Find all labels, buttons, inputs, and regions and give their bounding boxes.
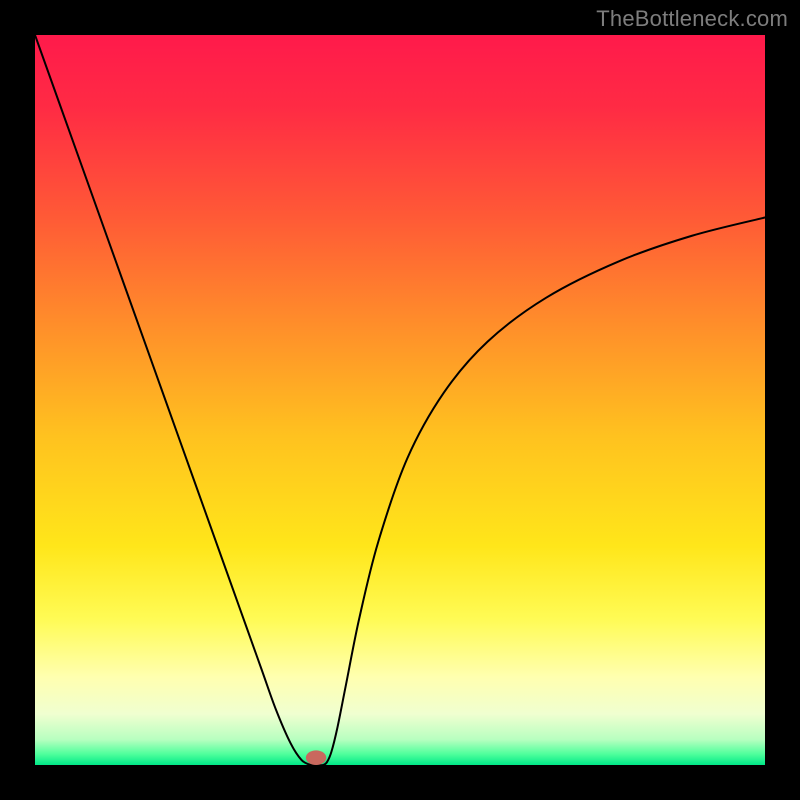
chart-frame: TheBottleneck.com bbox=[0, 0, 800, 800]
attribution-text: TheBottleneck.com bbox=[596, 6, 788, 32]
plot-area bbox=[35, 35, 765, 765]
gradient-background bbox=[35, 35, 765, 765]
bottleneck-chart bbox=[35, 35, 765, 765]
optimal-point-marker bbox=[306, 750, 326, 765]
